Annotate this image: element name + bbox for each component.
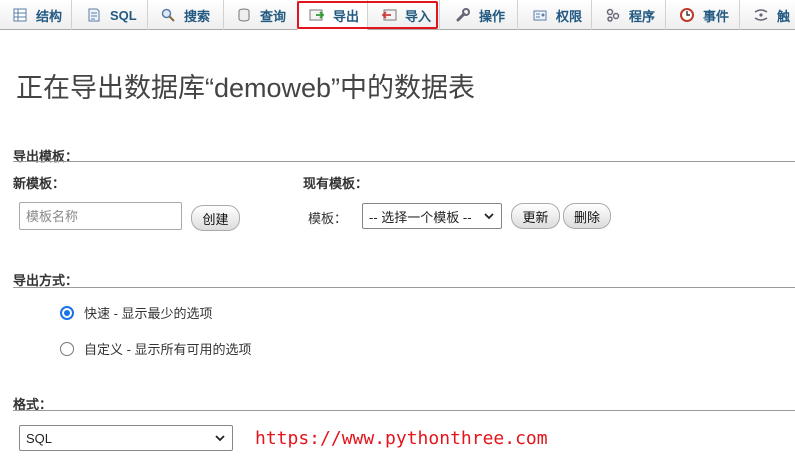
tab-structure[interactable]: 结构 bbox=[0, 0, 72, 30]
delete-template-button[interactable]: 删除 bbox=[563, 203, 611, 229]
tab-events[interactable]: 事件 bbox=[666, 0, 740, 30]
tab-label: 触 bbox=[777, 8, 791, 24]
tab-label: 操作 bbox=[479, 8, 506, 24]
tab-privileges[interactable]: 权限 bbox=[518, 0, 592, 30]
tab-query[interactable]: 查询 bbox=[224, 0, 298, 30]
method-custom-radio[interactable] bbox=[60, 341, 74, 356]
format-select-value: SQL bbox=[26, 430, 53, 446]
template-name-input[interactable] bbox=[19, 202, 182, 230]
method-section-divider bbox=[13, 287, 795, 288]
method-custom-label: 自定义 - 显示所有可用的选项 bbox=[84, 342, 252, 357]
tab-import[interactable]: 导入 bbox=[368, 0, 440, 30]
tab-label: 事件 bbox=[703, 8, 730, 24]
format-select[interactable]: SQL bbox=[19, 425, 233, 451]
tab-routines[interactable]: 程序 bbox=[592, 0, 666, 30]
clock-icon bbox=[679, 7, 695, 23]
page-title: 正在导出数据库“demoweb”中的数据表 bbox=[16, 73, 476, 103]
tab-bar: 结构 SQL 搜索 查询 导出 导入 操作 权限 程序 事件 触 bbox=[0, 0, 795, 30]
chevron-down-icon bbox=[484, 213, 494, 220]
search-icon bbox=[160, 7, 176, 23]
method-custom-option[interactable]: 自定义 - 显示所有可用的选项 bbox=[60, 339, 252, 358]
tab-label: 程序 bbox=[629, 8, 656, 24]
template-select-label: 模板： bbox=[308, 211, 348, 226]
create-template-button[interactable]: 创建 bbox=[191, 205, 240, 231]
tab-label: 导入 bbox=[405, 8, 432, 24]
format-section-divider bbox=[13, 410, 795, 411]
import-icon bbox=[381, 7, 397, 23]
watermark-url: https://www.pythonthree.com bbox=[255, 428, 548, 449]
tab-export[interactable]: 导出 bbox=[298, 0, 368, 30]
method-quick-label: 快速 - 显示最少的选项 bbox=[84, 306, 213, 321]
template-section-divider bbox=[13, 161, 795, 162]
existing-template-title: 现有模板： bbox=[303, 176, 369, 191]
tab-label: 结构 bbox=[36, 8, 63, 24]
tab-sql[interactable]: SQL bbox=[72, 0, 148, 30]
update-template-button[interactable]: 更新 bbox=[511, 203, 560, 229]
structure-icon bbox=[12, 7, 28, 23]
tab-search[interactable]: 搜索 bbox=[148, 0, 224, 30]
tab-label: 搜索 bbox=[184, 8, 211, 24]
method-quick-radio[interactable] bbox=[60, 305, 74, 320]
tab-label: SQL bbox=[110, 7, 137, 23]
tab-label: 查询 bbox=[260, 8, 287, 24]
triggers-icon bbox=[753, 7, 769, 23]
template-section-title: 导出模板： bbox=[13, 149, 79, 164]
template-select[interactable]: -- 选择一个模板 -- bbox=[362, 203, 502, 229]
new-template-title: 新模板： bbox=[13, 176, 66, 191]
chevron-down-icon bbox=[215, 435, 225, 442]
privileges-icon bbox=[532, 7, 548, 23]
tab-triggers[interactable]: 触 bbox=[740, 0, 795, 30]
tab-label: 权限 bbox=[556, 8, 583, 24]
sql-icon bbox=[86, 7, 102, 23]
method-quick-option[interactable]: 快速 - 显示最少的选项 bbox=[60, 303, 213, 322]
template-select-value: -- 选择一个模板 -- bbox=[369, 209, 472, 225]
wrench-icon bbox=[455, 7, 471, 23]
tab-label: 导出 bbox=[333, 8, 360, 24]
export-icon bbox=[309, 7, 325, 23]
tab-operations[interactable]: 操作 bbox=[440, 0, 518, 30]
query-icon bbox=[236, 7, 252, 23]
routines-icon bbox=[605, 7, 621, 23]
